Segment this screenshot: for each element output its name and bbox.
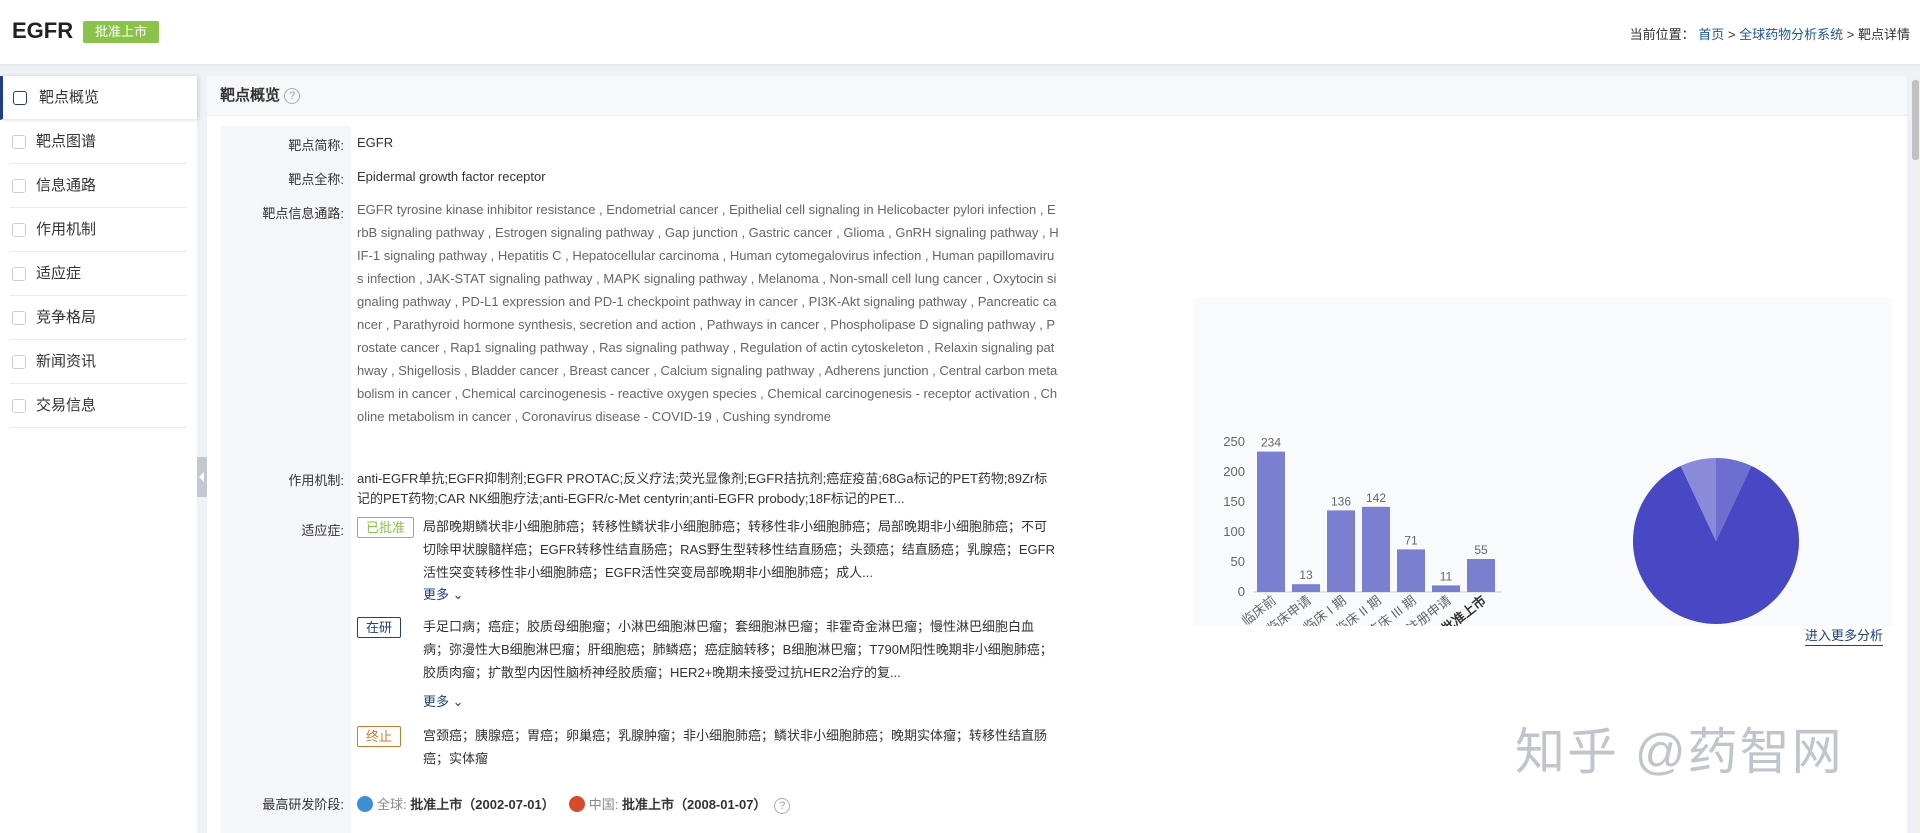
sidebar: 靶点概览 靶点图谱 信息通路 作用机制 适应症 竞争格局 新闻资讯 交易信息 xyxy=(0,76,197,833)
bar-value-label: 13 xyxy=(1299,568,1313,582)
bar-value-label: 234 xyxy=(1261,436,1281,450)
globe-icon xyxy=(357,796,373,812)
approved-more-link[interactable]: 更多 ⌄ xyxy=(423,584,464,603)
bar-value-label: 11 xyxy=(1440,569,1453,583)
bar-value-label: 136 xyxy=(1331,494,1351,508)
sidebar-item-label: 竞争格局 xyxy=(36,309,97,326)
sidebar-item-indication[interactable]: 适应症 xyxy=(10,252,187,296)
stopped-tag: 终止 xyxy=(357,726,402,747)
stopped-indications: 宫颈癌；胰腺癌；胃癌；卵巢癌；乳腺肿瘤；非小细胞肺癌；鳞状非小细胞肺癌；晚期实体… xyxy=(423,728,1048,766)
scrollbar-thumb[interactable] xyxy=(1912,80,1919,160)
field-label: 作用机制: xyxy=(288,473,344,488)
pathway-list: EGFR tyrosine kinase inhibitor resistanc… xyxy=(357,202,1059,424)
china-label: 中国: xyxy=(588,797,619,812)
competition-icon xyxy=(12,311,26,325)
field-value: Epidermal growth factor receptor xyxy=(357,169,546,184)
field-label: 靶点全称: xyxy=(288,172,344,187)
sidebar-item-label: 靶点图谱 xyxy=(36,133,97,150)
deal-icon xyxy=(12,399,26,413)
sidebar-item-target-map[interactable]: 靶点图谱 xyxy=(10,120,187,164)
breadcrumb-home-link[interactable]: 首页 xyxy=(1698,27,1724,42)
mechanism-icon xyxy=(12,223,26,237)
sidebar-item-label: 新闻资讯 xyxy=(36,353,97,370)
sidebar-item-label: 靶点概览 xyxy=(39,89,100,106)
bar-value-label: 71 xyxy=(1404,533,1418,547)
research-tag: 在研 xyxy=(357,617,402,638)
stage-chart-panel: 0 50 100 150 200 250 234 临床前 13 临床申请 136 临床 I 期 142 临… xyxy=(1193,298,1893,639)
approved-tag: 已批准 xyxy=(357,517,415,538)
y-tick-label: 100 xyxy=(1223,524,1245,539)
field-label: 靶点简称: xyxy=(288,138,344,153)
sidebar-item-label: 作用机制 xyxy=(36,221,97,238)
field-label: 适应症: xyxy=(301,523,344,538)
more-analysis-link[interactable]: 进入更多分析 xyxy=(1805,627,1884,646)
y-tick-label: 250 xyxy=(1223,434,1245,449)
sidebar-item-label: 信息通路 xyxy=(36,177,97,194)
stage-values: 全球: 批准上市（2002-07-01） 中国: 批准上市（2008-01-07）… xyxy=(357,794,791,814)
global-label: 全球: xyxy=(377,797,407,812)
y-tick-label: 150 xyxy=(1223,494,1245,509)
watermark: 知乎 @药智网 xyxy=(1515,724,1844,780)
more-label: 更多 xyxy=(423,587,450,602)
map-icon xyxy=(12,135,26,149)
field-value: EGFR xyxy=(357,135,394,150)
china-stage: 批准上市（2008-01-07） xyxy=(622,797,767,812)
bar-value-label: 142 xyxy=(1366,491,1386,505)
stage-chart: 050100150200250 234临床前13临床申请136临床 I 期142临… xyxy=(1223,434,1799,639)
field-label: 靶点信息通路: xyxy=(262,206,344,221)
main-panel: 靶点概览? 靶点简称: EGFR 靶点全称: Epidermal growth … xyxy=(207,76,1907,833)
breadcrumb-separator: > xyxy=(1727,27,1736,42)
breadcrumb-separator: > xyxy=(1846,27,1855,42)
target-title: EGFR xyxy=(12,18,74,43)
bar xyxy=(1397,549,1425,592)
chevron-down-icon: ⌄ xyxy=(452,587,464,602)
top-bar: EGFR 批准上市 当前位置： 首页 > 全球药物分析系统 > 靶点详情 xyxy=(0,0,1920,64)
more-label: 更多 xyxy=(423,694,450,709)
overview-icon xyxy=(13,91,27,105)
y-tick-label: 50 xyxy=(1231,554,1245,569)
sidebar-item-mechanism[interactable]: 作用机制 xyxy=(10,208,187,252)
sidebar-item-news[interactable]: 新闻资讯 xyxy=(10,340,187,384)
bar xyxy=(1257,451,1285,592)
sidebar-item-label: 适应症 xyxy=(36,265,82,282)
y-tick-label: 0 xyxy=(1238,584,1245,599)
field-label: 最高研发阶段: xyxy=(262,797,344,812)
help-icon[interactable]: ? xyxy=(284,88,301,105)
news-icon xyxy=(12,355,26,369)
help-icon[interactable]: ? xyxy=(774,797,791,814)
status-badge: 批准上市 xyxy=(83,21,160,43)
bar xyxy=(1432,585,1460,592)
y-tick-label: 200 xyxy=(1223,464,1245,479)
bar xyxy=(1327,510,1355,592)
global-stage: 批准上市（2002-07-01） xyxy=(410,797,555,812)
china-flag-icon xyxy=(568,796,585,812)
sidebar-item-overview[interactable]: 靶点概览 xyxy=(0,76,197,120)
pathway-icon xyxy=(12,179,26,193)
breadcrumb-system-link[interactable]: 全球药物分析系统 xyxy=(1739,27,1843,42)
indication-icon xyxy=(12,267,26,281)
panel-header: 靶点概览? xyxy=(207,76,1907,116)
sidebar-item-deals[interactable]: 交易信息 xyxy=(10,384,187,428)
approved-indications: 局部晚期鳞状非小细胞肺癌；转移性鳞状非小细胞肺癌；转移性非小细胞肺癌；局部晚期非… xyxy=(423,519,1055,580)
mechanism-list: anti-EGFR单抗;EGFR抑制剂;EGFR PROTAC;反义疗法;荧光显… xyxy=(357,471,1048,506)
research-indications: 手足口病；癌症；胶质母细胞瘤；小淋巴细胞淋巴瘤；套细胞淋巴瘤；非霍奇金淋巴瘤；慢… xyxy=(423,619,1053,680)
bar-value-label: 55 xyxy=(1474,543,1488,557)
chevron-down-icon: ⌄ xyxy=(452,694,464,709)
sidebar-collapse-toggle[interactable] xyxy=(197,457,207,497)
research-more-link[interactable]: 更多 ⌄ xyxy=(423,691,464,710)
breadcrumb-prefix: 当前位置： xyxy=(1629,27,1695,42)
scrollbar-track[interactable] xyxy=(1911,76,1920,833)
panel-title: 靶点概览 xyxy=(220,87,281,104)
sidebar-item-label: 交易信息 xyxy=(36,397,97,414)
breadcrumb-current: 靶点详情 xyxy=(1857,27,1910,42)
sidebar-item-pathway[interactable]: 信息通路 xyxy=(10,164,187,208)
bar xyxy=(1292,584,1320,592)
sidebar-item-competition[interactable]: 竞争格局 xyxy=(10,296,187,340)
breadcrumb: 当前位置： 首页 > 全球药物分析系统 > 靶点详情 xyxy=(1630,24,1910,43)
bar xyxy=(1362,506,1390,592)
bar xyxy=(1467,559,1495,592)
